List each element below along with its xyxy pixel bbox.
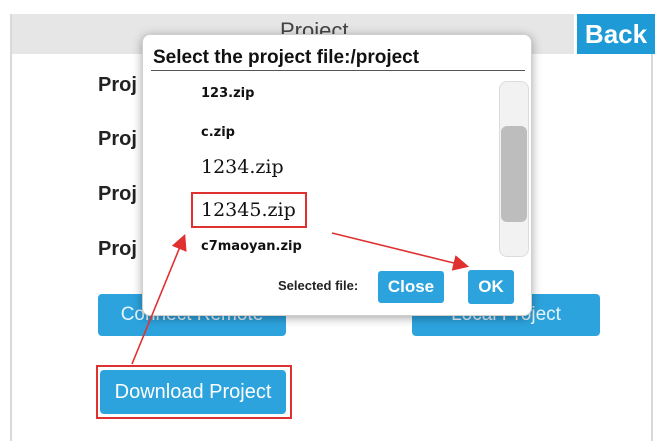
select-file-dialog: Select the project file:/project 123.zip… xyxy=(142,34,532,316)
selected-file-label: Selected file: xyxy=(278,278,359,293)
dialog-divider xyxy=(151,70,525,71)
project-label: Proj xyxy=(98,238,137,260)
project-label: Proj xyxy=(98,74,137,96)
download-highlight-box xyxy=(96,365,292,419)
close-button[interactable]: Close xyxy=(378,271,444,303)
file-item-123-zip[interactable]: 123.zip xyxy=(201,86,254,101)
file-list-scrollbar[interactable] xyxy=(499,81,529,257)
file-item-c7maoyan-zip[interactable]: c7maoyan.zip xyxy=(201,239,302,254)
project-page: Project Back Proj Proj Proj Proj Connect… xyxy=(0,0,657,441)
project-label: Proj xyxy=(98,183,137,205)
project-label: Proj xyxy=(98,128,137,150)
dialog-title: Select the project file:/project xyxy=(153,47,420,68)
selected-file-highlight-box xyxy=(191,192,307,228)
scrollbar-thumb[interactable] xyxy=(501,126,527,222)
file-item-c-zip[interactable]: c.zip xyxy=(201,125,235,140)
ok-button[interactable]: OK xyxy=(468,270,514,304)
file-item-1234-zip[interactable]: 1234.zip xyxy=(201,156,284,178)
back-button[interactable]: Back xyxy=(577,14,655,54)
